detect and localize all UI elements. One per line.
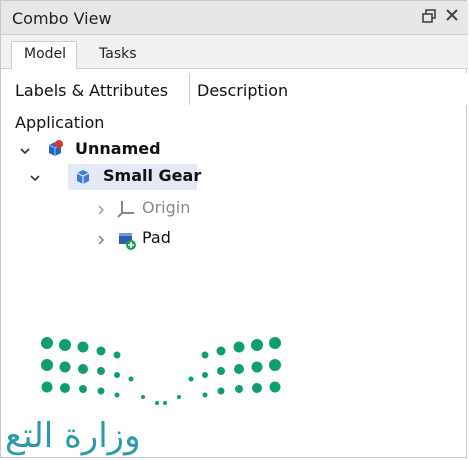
tab-tasks[interactable]: Tasks [93, 41, 153, 66]
tree-item-pad[interactable]: Pad [15, 226, 455, 252]
tree-item-label: Origin [142, 198, 191, 217]
watermark-arabic-text: وزارة التع [5, 416, 141, 456]
application-label: Application [15, 113, 105, 132]
tab-model[interactable]: Model [11, 41, 77, 69]
origin-axes-icon [116, 199, 136, 219]
chevron-right-icon[interactable] [95, 231, 107, 245]
pad-feature-icon [116, 229, 136, 250]
tree-item-small-gear[interactable]: Small Gear [15, 164, 455, 190]
ministry-logo-dots [41, 337, 281, 405]
column-divider[interactable] [189, 73, 190, 105]
panel-title: Combo View [12, 9, 112, 28]
tree-item-label: Unnamed [75, 139, 161, 158]
tab-bar: Model Tasks [1, 35, 468, 69]
column-labels-attributes[interactable]: Labels & Attributes [15, 81, 168, 100]
tree-item-label: Pad [142, 228, 171, 247]
tree-item-unnamed[interactable]: Unnamed [15, 137, 455, 163]
column-description[interactable]: Description [197, 81, 288, 100]
panel-titlebar: Combo View [1, 1, 468, 35]
chevron-down-icon[interactable] [29, 169, 41, 182]
document-icon [45, 139, 65, 159]
chevron-right-icon[interactable] [95, 201, 107, 215]
tree-item-label: Small Gear [103, 166, 202, 185]
close-icon[interactable] [445, 7, 461, 23]
float-panel-icon[interactable] [421, 8, 437, 24]
combo-view-panel: Combo View Model Tasks Labels & Attribut… [0, 0, 468, 458]
tree-item-origin[interactable]: Origin [15, 196, 455, 222]
tree-root-label: Application [15, 113, 104, 132]
tab-tasks-label: Tasks [99, 46, 137, 62]
chevron-down-icon[interactable] [19, 142, 31, 155]
tab-model-label: Model [24, 46, 67, 62]
tree-column-header: Labels & Attributes Description [8, 73, 468, 105]
body-icon [73, 167, 93, 187]
